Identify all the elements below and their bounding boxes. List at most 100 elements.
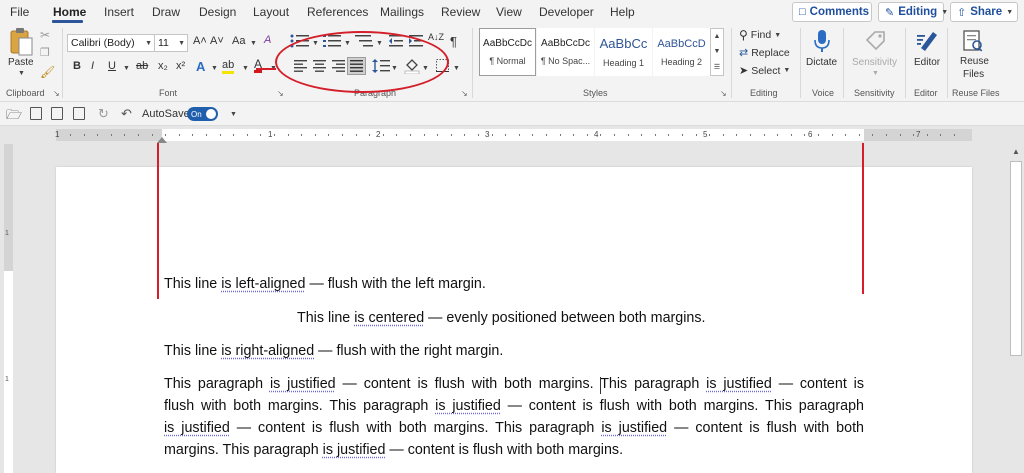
- autosave-toggle[interactable]: On: [187, 107, 218, 121]
- ruler-tick: [437, 134, 438, 136]
- justified-paragraph-last-line[interactable]: margins. This paragraph is justified — c…: [164, 442, 623, 458]
- ruler-tick: [233, 134, 234, 136]
- tab-references[interactable]: References: [307, 5, 368, 19]
- comments-button[interactable]: □ Comments: [792, 2, 872, 22]
- styles-launcher-icon[interactable]: ↘: [720, 89, 727, 98]
- vertical-ruler-number: 1: [5, 376, 9, 383]
- justified-paragraph-line[interactable]: flush with both margins. This paragraph …: [164, 398, 864, 414]
- text-effects-button[interactable]: A: [196, 59, 205, 74]
- clear-formatting-button[interactable]: A: [264, 34, 271, 46]
- new-document-icon[interactable]: [30, 107, 42, 120]
- font-launcher-icon[interactable]: ↘: [277, 89, 284, 98]
- tab-insert[interactable]: Insert: [104, 5, 134, 19]
- paste-button[interactable]: [6, 27, 36, 57]
- superscript-button[interactable]: x²: [176, 60, 185, 72]
- editing-mode-button[interactable]: ✎ Editing ▼: [878, 2, 948, 22]
- chevron-down-icon[interactable]: ▼: [123, 65, 130, 72]
- undo-icon[interactable]: ↶: [121, 106, 132, 122]
- italic-button[interactable]: I: [91, 60, 94, 72]
- chevron-down-icon[interactable]: ▼: [211, 65, 218, 72]
- clipboard-launcher-icon[interactable]: ↘: [53, 89, 60, 98]
- font-size-select[interactable]: 11 ▼: [154, 34, 188, 52]
- ruler-tick: [736, 134, 737, 136]
- justified-paragraph-line[interactable]: This paragraph is justified — content is…: [164, 376, 864, 392]
- ruler-tick: [315, 134, 316, 136]
- find-button[interactable]: ⚲ Find ▼: [739, 28, 781, 42]
- editor-button[interactable]: [915, 28, 941, 54]
- chevron-down-icon[interactable]: ▼: [714, 48, 721, 55]
- chevron-down-icon[interactable]: ▼: [872, 70, 879, 77]
- customize-toolbar-icon[interactable]: ▼: [230, 111, 237, 118]
- font-name-select[interactable]: Calibri (Body) ▼: [67, 34, 155, 52]
- comment-icon: □: [799, 6, 806, 18]
- right-aligned-line[interactable]: This line is right-aligned — flush with …: [164, 343, 503, 359]
- save-icon[interactable]: [51, 107, 63, 120]
- chevron-down-icon[interactable]: ▼: [453, 65, 460, 72]
- ruler-tick: [614, 134, 615, 136]
- justified-paragraph-line[interactable]: is justified — content is flush with bot…: [164, 420, 864, 436]
- subscript-button[interactable]: x₂: [158, 60, 168, 72]
- paragraph-launcher-icon[interactable]: ↘: [461, 89, 468, 98]
- select-button[interactable]: ➤ Select ▼: [739, 64, 791, 78]
- tab-layout[interactable]: Layout: [253, 5, 289, 19]
- grow-font-button[interactable]: A˄: [193, 35, 207, 47]
- chevron-down-icon[interactable]: ▼: [242, 65, 249, 72]
- tab-view[interactable]: View: [496, 5, 522, 19]
- ruler-tick: [138, 134, 139, 136]
- horizontal-ruler[interactable]: [56, 129, 972, 141]
- group-separator: [800, 28, 801, 98]
- centered-line[interactable]: This line is centered — evenly positione…: [297, 310, 706, 326]
- ruler-tick: [818, 134, 819, 136]
- font-group-label: Font: [159, 88, 178, 98]
- dictate-button[interactable]: [811, 28, 833, 54]
- reuse-files-button[interactable]: [960, 28, 986, 54]
- sensitivity-button[interactable]: [862, 28, 888, 54]
- tab-help[interactable]: Help: [610, 5, 635, 19]
- share-button[interactable]: ⇧ Share ▼: [950, 2, 1018, 22]
- open-folder-icon[interactable]: 🗁: [6, 106, 22, 128]
- editor-group-label: Editor: [914, 88, 938, 98]
- redo-icon[interactable]: ↻: [98, 106, 109, 122]
- chevron-down-icon[interactable]: ▼: [18, 70, 25, 77]
- cut-icon[interactable]: ✂: [40, 28, 50, 42]
- tab-file[interactable]: File: [10, 5, 29, 19]
- style-heading-2[interactable]: AaBbCcD Heading 2: [653, 28, 710, 76]
- show-formatting-marks-button[interactable]: ¶: [450, 34, 457, 49]
- tab-review[interactable]: Review: [441, 5, 480, 19]
- font-color-button[interactable]: A: [254, 58, 263, 73]
- group-separator: [843, 28, 844, 98]
- highlight-color-button[interactable]: ab: [222, 59, 235, 74]
- scroll-up-arrow-icon[interactable]: ▲: [1009, 144, 1023, 158]
- ruler-tick: [410, 134, 411, 136]
- chevron-up-icon[interactable]: ▲: [714, 33, 721, 40]
- ruler-tick: [600, 134, 601, 136]
- shrink-font-button[interactable]: A˅: [210, 35, 224, 47]
- more-styles-icon[interactable]: ☰: [714, 63, 720, 71]
- tab-draw[interactable]: Draw: [152, 5, 180, 19]
- bold-button[interactable]: B: [73, 60, 81, 72]
- change-case-button[interactable]: Aa: [232, 35, 245, 47]
- styles-gallery-scroller[interactable]: ▲ ▼ ☰: [710, 28, 724, 76]
- sort-button[interactable]: A↓Z: [428, 33, 444, 42]
- left-aligned-line[interactable]: This line is left-aligned — flush with t…: [164, 276, 486, 292]
- style-heading-1[interactable]: AaBbCc Heading 1: [595, 28, 652, 76]
- microphone-icon: [814, 30, 830, 52]
- underline-button[interactable]: U: [108, 60, 116, 72]
- copy-icon[interactable]: ❐: [40, 46, 50, 59]
- search-icon: ⚲: [739, 28, 748, 42]
- format-painter-icon[interactable]: 🖌: [40, 65, 55, 79]
- scrollbar-thumb[interactable]: [1010, 161, 1022, 356]
- clipboard-icon: [10, 28, 33, 56]
- strikethrough-button[interactable]: ab: [136, 60, 148, 72]
- style-normal[interactable]: AaBbCcDc ¶ Normal: [479, 28, 536, 76]
- chevron-down-icon[interactable]: ▼: [250, 40, 257, 47]
- ruler-tick: [356, 134, 357, 136]
- tab-home[interactable]: Home: [53, 5, 86, 19]
- tab-mailings[interactable]: Mailings: [380, 5, 424, 19]
- replace-button[interactable]: ⇄ Replace: [739, 46, 790, 60]
- style-no-spacing[interactable]: AaBbCcDc ¶ No Spac...: [537, 28, 594, 76]
- print-preview-icon[interactable]: [73, 107, 85, 120]
- tab-design[interactable]: Design: [199, 5, 236, 19]
- tab-developer[interactable]: Developer: [539, 5, 594, 19]
- chevron-down-icon: ▼: [783, 67, 791, 74]
